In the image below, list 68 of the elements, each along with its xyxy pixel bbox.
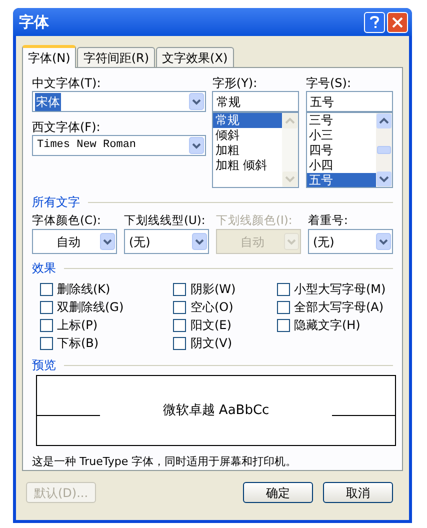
window-title: 字体: [19, 12, 49, 33]
checkbox[interactable]: [40, 336, 53, 350]
section-heading: 预览: [32, 357, 56, 374]
font-info-text: 这是一种 TrueType 字体，同时适用于屏幕和打印机。: [32, 454, 298, 470]
scrollbar[interactable]: [282, 113, 298, 187]
font-size-input[interactable]: 五号: [306, 91, 393, 112]
dropdown[interactable]: (无): [308, 229, 393, 254]
close-icon: [392, 16, 403, 28]
list-item[interactable]: 四号: [307, 143, 376, 158]
checkbox-label: 阴影(W): [190, 281, 236, 298]
field-label: 字号(S):: [306, 75, 352, 91]
list-item[interactable]: 常规: [213, 113, 282, 128]
checkbox-label: 阴文(V): [190, 335, 232, 352]
field-label: 着重号:: [308, 212, 349, 229]
scrollbar[interactable]: [376, 113, 392, 187]
dialog-button[interactable]: 取消: [323, 482, 393, 503]
scroll-thumb[interactable]: [377, 146, 391, 154]
list-item[interactable]: 加粗: [213, 143, 282, 158]
tab[interactable]: 文字效果(X): [156, 47, 234, 67]
section-heading: 效果: [32, 260, 56, 277]
section-heading: 所有文字: [32, 194, 80, 211]
checkbox[interactable]: [173, 318, 186, 332]
checkbox-label: 隐藏文字(H): [294, 317, 360, 334]
checkbox[interactable]: [173, 300, 186, 314]
dialog-button[interactable]: 确定: [243, 482, 313, 503]
question-mark-icon: [370, 16, 379, 28]
checkbox-label: 全部大写字母(A): [294, 299, 384, 316]
field-label: 中文字体(T):: [32, 75, 102, 91]
list-item[interactable]: 小三: [307, 128, 376, 143]
western-font-dropdown[interactable]: Times New Roman: [32, 135, 206, 156]
checkbox[interactable]: [276, 300, 290, 314]
dropdown[interactable]: 自动: [32, 229, 117, 254]
list-item[interactable]: 三号: [307, 113, 376, 128]
preview-sample-text: 微软卓越 AaBbCc: [162, 402, 270, 420]
help-button[interactable]: [364, 12, 385, 32]
field-label: 字体颜色(C):: [32, 212, 102, 229]
checkbox[interactable]: [276, 282, 290, 296]
checkbox[interactable]: [173, 282, 186, 296]
checkbox[interactable]: [40, 300, 53, 314]
checkbox-label: 小型大写字母(M): [294, 281, 386, 298]
field-label: 下划线线型(U):: [124, 212, 206, 229]
field-label: 字形(Y):: [212, 75, 258, 91]
checkbox-label: 下标(B): [57, 335, 99, 352]
scroll-down-icon: [282, 171, 298, 187]
checkbox-label: 阳文(E): [190, 317, 232, 334]
checkbox-label: 空心(O): [190, 299, 234, 316]
chinese-font-dropdown[interactable]: 宋体: [32, 91, 206, 112]
close-button[interactable]: [387, 12, 408, 32]
checkbox-label: 上标(P): [57, 317, 98, 334]
tab[interactable]: 字体(N): [22, 45, 76, 68]
scroll-up-icon: [376, 113, 392, 129]
dropdown[interactable]: (无): [124, 229, 209, 254]
checkbox[interactable]: [40, 318, 53, 332]
scroll-down-icon: [376, 171, 392, 187]
checkbox-label: 删除线(K): [57, 281, 110, 298]
field-label: 下划线颜色(I):: [216, 212, 294, 229]
list-item[interactable]: 加粗 倾斜: [213, 158, 282, 173]
checkbox-label: 双删除线(G): [57, 299, 124, 316]
list-item[interactable]: 倾斜: [213, 128, 282, 143]
list-item[interactable]: 五号: [307, 173, 376, 187]
field-label: 西文字体(F):: [32, 119, 102, 135]
tab[interactable]: 字符间距(R): [77, 47, 156, 67]
checkbox[interactable]: [276, 318, 290, 332]
scroll-up-icon: [282, 113, 298, 129]
checkbox[interactable]: [173, 336, 186, 350]
checkbox[interactable]: [40, 282, 53, 296]
list-item[interactable]: 小四: [307, 158, 376, 173]
font-style-input[interactable]: 常规: [212, 91, 300, 112]
